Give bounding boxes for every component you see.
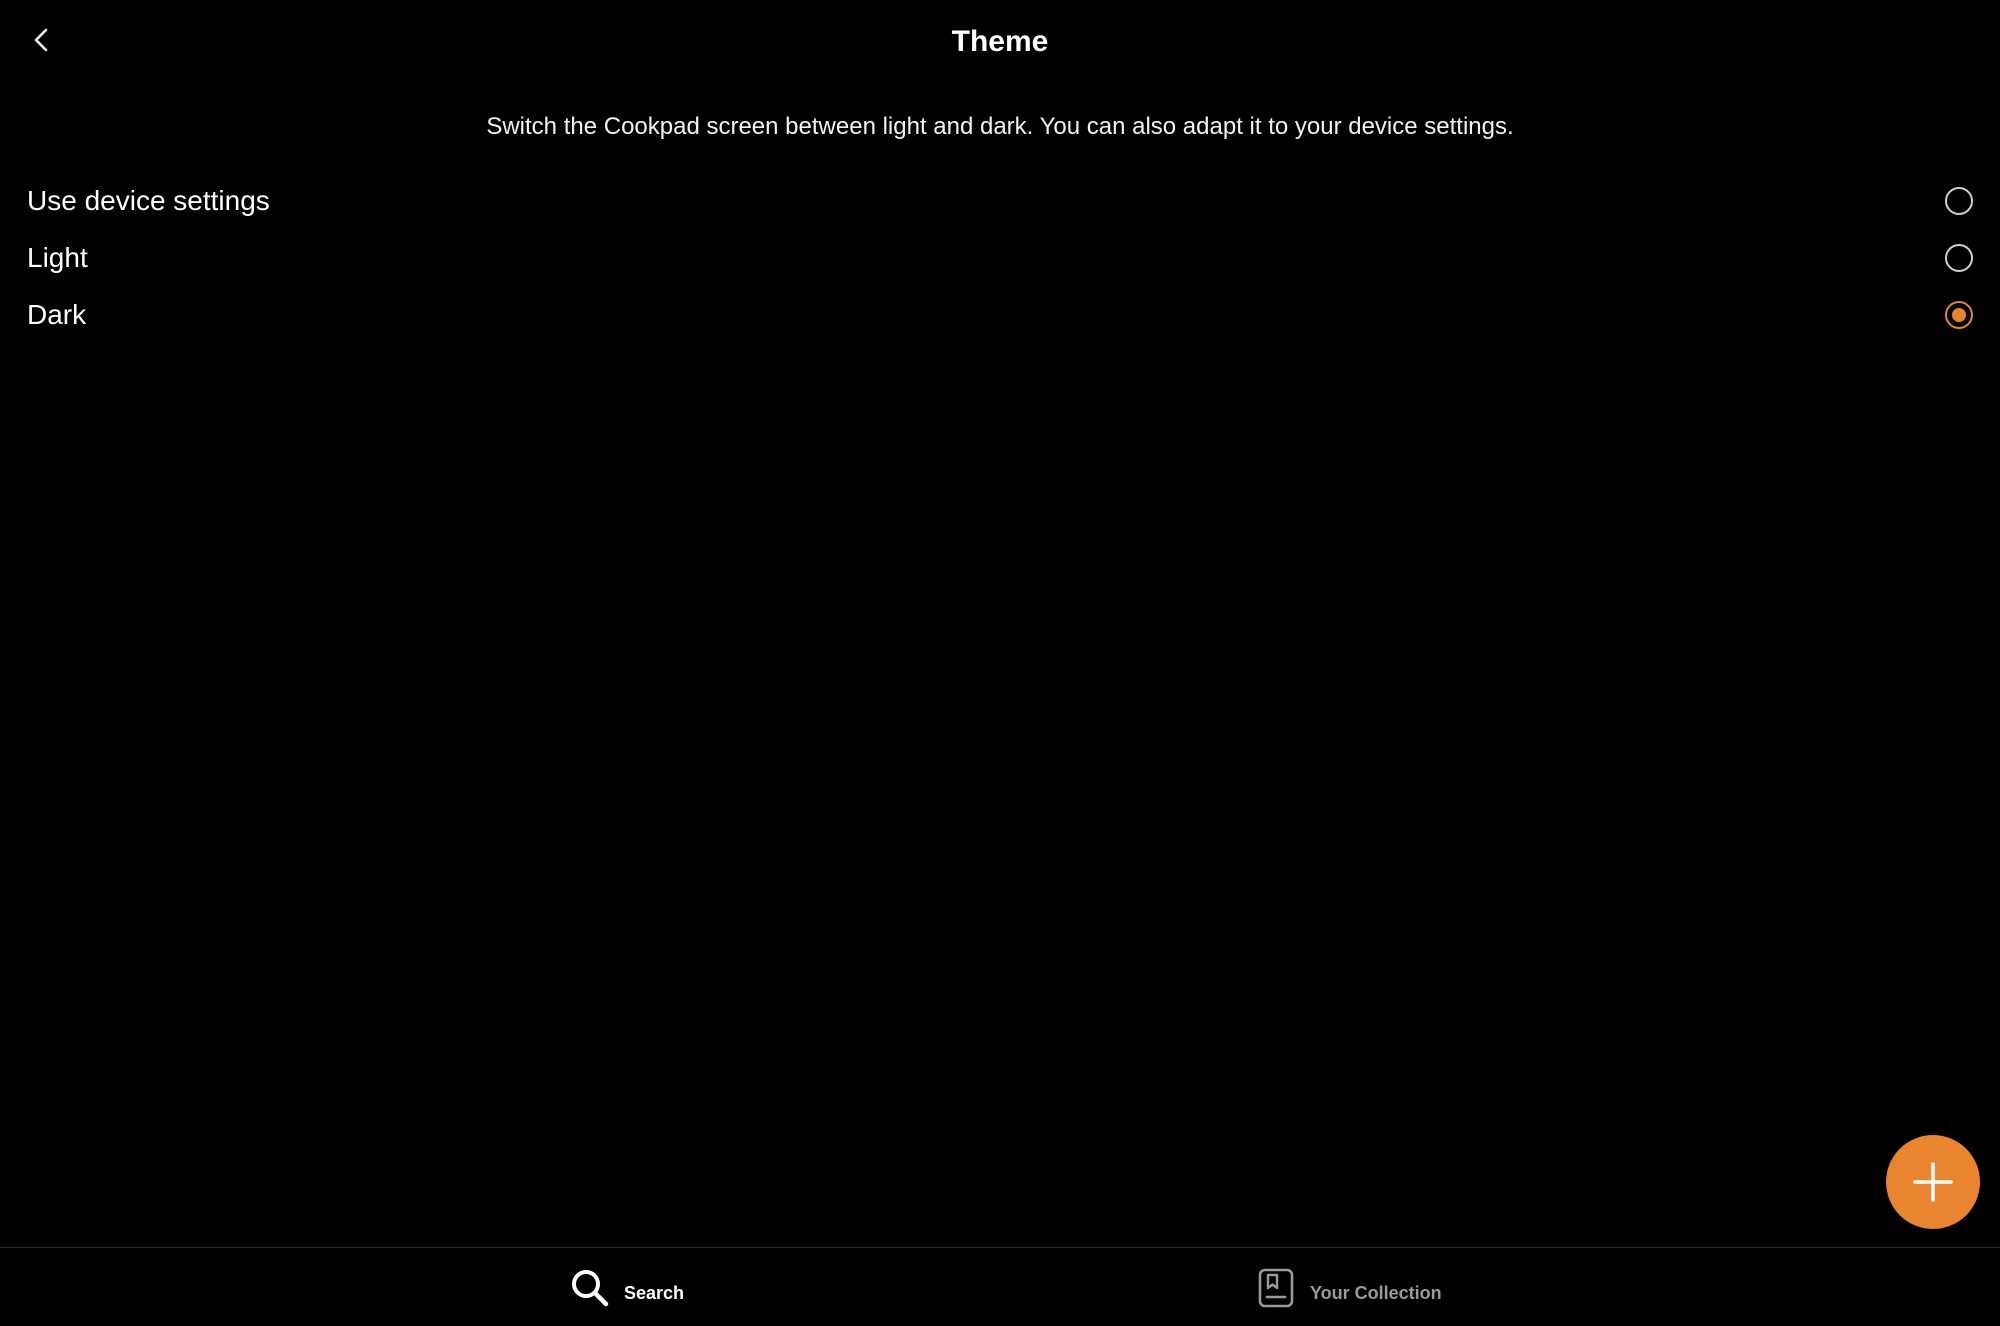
nav-label-search: Search — [624, 1282, 685, 1303]
option-dark[interactable]: Dark — [0, 286, 2000, 343]
bottom-navigation: Search Your Collection — [0, 1247, 2000, 1326]
theme-settings-screen: Theme Switch the Cookpad screen between … — [0, 0, 2000, 1326]
option-light[interactable]: Light — [0, 229, 2000, 286]
nav-label-your-collection: Your Collection — [1310, 1282, 1442, 1303]
nav-item-search[interactable]: Search — [568, 1248, 684, 1326]
theme-description: Switch the Cookpad screen between light … — [486, 113, 1514, 140]
bookmark-book-icon — [1254, 1266, 1298, 1310]
radio-button-unchecked[interactable] — [1945, 186, 1973, 215]
search-icon — [568, 1266, 612, 1310]
plus-icon — [1913, 1162, 1953, 1202]
theme-options-list: Use device settings Light Dark — [0, 172, 2000, 343]
option-label: Dark — [27, 298, 87, 330]
radio-button-checked[interactable] — [1945, 300, 1973, 329]
radio-button-unchecked[interactable] — [1945, 243, 1973, 272]
add-recipe-button[interactable] — [1886, 1135, 1980, 1229]
header: Theme — [0, 0, 2000, 84]
option-label: Light — [27, 241, 88, 273]
option-label: Use device settings — [27, 184, 270, 216]
page-title: Theme — [951, 25, 1049, 58]
nav-item-your-collection[interactable]: Your Collection — [1254, 1248, 1442, 1326]
option-use-device-settings[interactable]: Use device settings — [0, 172, 2000, 229]
